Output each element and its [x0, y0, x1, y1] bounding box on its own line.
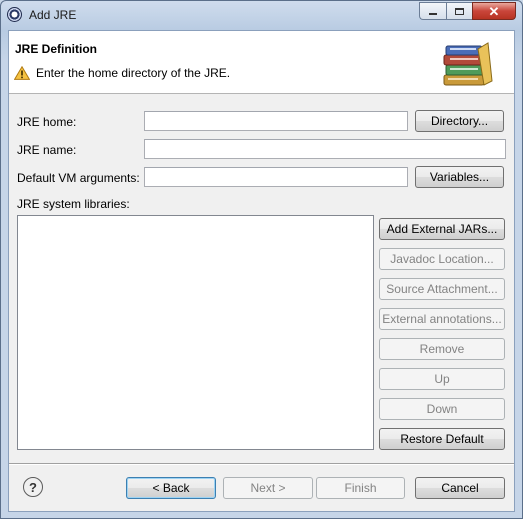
eclipse-icon — [7, 7, 22, 22]
remove-button[interactable]: Remove — [379, 338, 505, 360]
page-title: JRE Definition — [15, 42, 98, 56]
maximize-button[interactable] — [446, 2, 472, 20]
window-title: Add JRE — [29, 8, 77, 22]
source-attachment-button[interactable]: Source Attachment... — [379, 278, 505, 300]
help-icon[interactable]: ? — [23, 477, 43, 497]
warning-icon — [14, 66, 30, 80]
add-jre-dialog: Add JRE ✕ JRE Definition Enter the home … — [0, 0, 523, 519]
jre-name-input[interactable] — [144, 139, 506, 159]
add-external-jars-button[interactable]: Add External JARs... — [379, 218, 505, 240]
external-annotations-button[interactable]: External annotations... — [379, 308, 505, 330]
dialog-content: JRE Definition Enter the home directory … — [8, 30, 515, 512]
jre-home-input[interactable] — [144, 111, 408, 131]
down-button[interactable]: Down — [379, 398, 505, 420]
javadoc-location-button[interactable]: Javadoc Location... — [379, 248, 505, 270]
close-button[interactable]: ✕ — [472, 2, 516, 20]
wizard-header: JRE Definition Enter the home directory … — [9, 31, 514, 94]
window-controls: ✕ — [419, 2, 516, 20]
cancel-button[interactable]: Cancel — [415, 477, 505, 499]
libraries-label: JRE system libraries: — [17, 197, 130, 211]
title-bar[interactable]: Add JRE ✕ — [1, 1, 522, 29]
vm-args-input[interactable] — [144, 167, 408, 187]
close-icon: ✕ — [488, 3, 500, 19]
minimize-icon — [429, 13, 437, 15]
maximize-icon — [455, 7, 464, 15]
up-button[interactable]: Up — [379, 368, 505, 390]
finish-button[interactable]: Finish — [316, 477, 405, 499]
libraries-list[interactable] — [17, 215, 374, 450]
vm-args-label: Default VM arguments: — [17, 171, 140, 185]
jre-name-label: JRE name: — [17, 143, 77, 157]
directory-button[interactable]: Directory... — [415, 110, 504, 132]
next-button[interactable]: Next > — [223, 477, 313, 499]
books-icon — [443, 42, 493, 86]
variables-button[interactable]: Variables... — [415, 166, 504, 188]
back-button[interactable]: < Back — [126, 477, 216, 499]
header-message: Enter the home directory of the JRE. — [36, 66, 231, 80]
footer-separator — [9, 463, 514, 465]
jre-home-label: JRE home: — [17, 115, 77, 129]
restore-default-button[interactable]: Restore Default — [379, 428, 505, 450]
minimize-button[interactable] — [419, 2, 446, 20]
